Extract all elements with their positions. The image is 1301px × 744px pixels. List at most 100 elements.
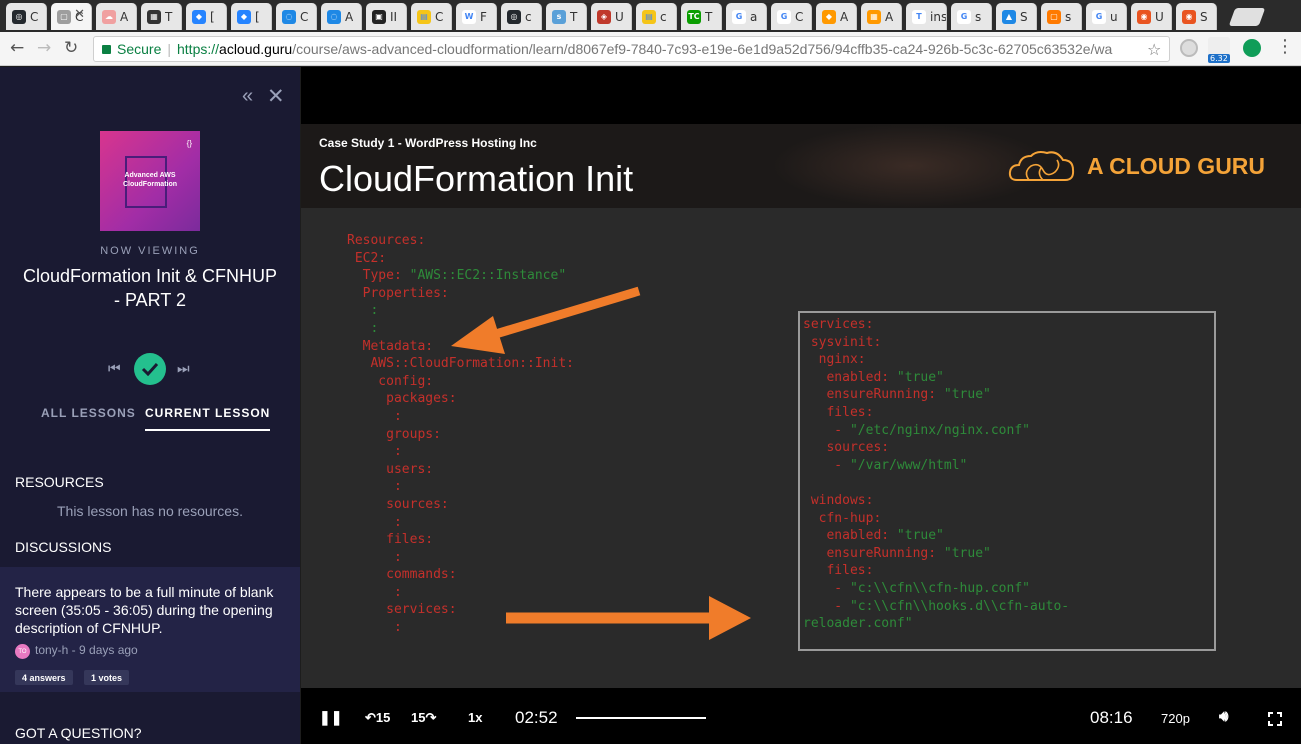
slide-body: Resources: EC2: Type: "AWS::EC2::Instanc… <box>301 208 1301 688</box>
tab-title: C <box>30 9 39 24</box>
tab-current-lesson[interactable]: CURRENT LESSON <box>145 406 271 431</box>
resources-heading: RESOURCES <box>15 474 104 490</box>
browser-tab[interactable]: ☁ A <box>96 3 137 30</box>
address-bar[interactable]: Secure | https:// acloud.guru /course/aw… <box>93 36 1170 62</box>
tab-favicon-icon: ◌ <box>327 9 341 24</box>
a-cloud-guru-logo: A CLOUD GURU <box>1007 144 1265 188</box>
browser-tab[interactable]: ◆[ <box>231 3 272 30</box>
tab-favicon-icon: ▢ <box>57 9 71 24</box>
tab-favicon-icon: ◆ <box>192 9 206 24</box>
tab-favicon-icon: ◉ <box>1137 9 1151 24</box>
browser-tab[interactable]: ◈ U <box>591 3 632 30</box>
browser-tab[interactable]: ▦ T <box>141 3 182 30</box>
tab-title: S <box>1020 9 1028 24</box>
arrow-to-metadata <box>451 286 641 354</box>
extension-badge-icon[interactable]: 6.32 <box>1208 37 1230 63</box>
lesson-sidebar: « ✕ Advanced AWS CloudFormation {} NOW V… <box>0 67 300 744</box>
discussions-heading: DISCUSSIONS <box>15 539 112 555</box>
browser-tab[interactable]: ◉ U <box>1131 3 1172 30</box>
mark-complete-button[interactable] <box>134 353 166 385</box>
tab-favicon-icon: ▤ <box>642 9 656 24</box>
cloud-logo-icon <box>1008 151 1075 181</box>
browser-tab[interactable]: Gu <box>1086 3 1127 30</box>
annotation-arrows <box>451 286 751 640</box>
progress-bar[interactable] <box>576 717 706 719</box>
tab-title: c <box>525 9 532 24</box>
speed-button[interactable]: 1x <box>468 710 482 725</box>
extension-circle-icon[interactable] <box>1180 39 1198 57</box>
browser-tab[interactable]: ▣ II <box>366 3 407 30</box>
tab-favicon-icon: G <box>777 9 791 24</box>
total-time: 08:16 <box>1090 708 1133 727</box>
tab-favicon-icon: ▲ <box>1002 9 1016 24</box>
new-tab-button[interactable] <box>1228 8 1266 26</box>
browser-tab[interactable]: sT <box>546 3 587 30</box>
browser-tab[interactable]: ◆ A <box>816 3 857 30</box>
address-separator: | <box>167 41 171 57</box>
volume-icon[interactable]: 🔊︎ <box>1219 708 1228 725</box>
course-thumbnail[interactable]: Advanced AWS CloudFormation {} <box>100 131 200 231</box>
browser-tab[interactable]: ◎ c <box>501 3 542 30</box>
tab-favicon-icon: ☁ <box>102 9 116 24</box>
tab-favicon-icon: TC <box>687 9 701 24</box>
tab-title: [ <box>210 9 215 24</box>
browser-tab[interactable]: TC T <box>681 3 722 30</box>
resources-empty-message: This lesson has no resources. <box>57 503 243 519</box>
next-lesson-icon[interactable]: ⏭ <box>177 360 190 377</box>
browser-tab[interactable]: ▢ C ✕ <box>51 3 92 30</box>
close-tab-icon[interactable]: ✕ <box>74 7 85 22</box>
extension-badge-count: 6.32 <box>1208 54 1230 63</box>
tab-favicon-icon: ▣ <box>372 9 386 24</box>
browser-tab[interactable]: ▲ S <box>996 3 1037 30</box>
url-host: acloud.guru <box>219 41 293 57</box>
tab-title: T <box>705 9 713 24</box>
browser-tab[interactable]: ▤ c <box>636 3 677 30</box>
previous-lesson-icon[interactable]: ⏮ <box>108 360 121 377</box>
browser-tab[interactable]: Tinsi <box>906 3 947 30</box>
browser-tab[interactable]: ◌ A <box>321 3 362 30</box>
back-arrow-icon[interactable]: ← <box>10 38 24 58</box>
tab-title: F <box>480 9 487 24</box>
browser-tab[interactable]: ▤ C <box>411 3 452 30</box>
player-controls: ❚❚ ↶15 15↷ 1x 02:52 08:16 720p 🔊︎ <box>301 688 1301 744</box>
browser-tab[interactable]: Gs <box>951 3 992 30</box>
browser-tab[interactable]: WF <box>456 3 497 30</box>
video-player[interactable]: Case Study 1 - WordPress Hosting Inc Clo… <box>301 67 1301 744</box>
browser-tab[interactable]: ▢ s <box>1041 3 1082 30</box>
browser-tab[interactable]: ◌ C <box>276 3 317 30</box>
close-sidebar-icon[interactable]: ✕ <box>267 84 285 109</box>
rewind-15-button[interactable]: ↶15 <box>365 710 390 726</box>
browser-tab[interactable]: Ga <box>726 3 767 30</box>
tab-title: c <box>660 9 667 24</box>
forward-arrow-icon[interactable]: → <box>37 38 51 58</box>
tab-favicon-icon: ◆ <box>822 9 836 24</box>
slide-header: Case Study 1 - WordPress Hosting Inc Clo… <box>301 124 1301 208</box>
tab-favicon-icon: ◉ <box>1182 9 1196 24</box>
browser-tab[interactable]: ◆[ <box>186 3 227 30</box>
browser-tab[interactable]: ▦ A <box>861 3 902 30</box>
browser-tab[interactable]: GC <box>771 3 812 30</box>
browser-tab[interactable]: ◎ C <box>6 3 47 30</box>
quality-button[interactable]: 720p <box>1161 711 1190 726</box>
tab-title: [ <box>255 9 260 24</box>
menu-kebab-icon[interactable]: ⋮ <box>1276 36 1294 57</box>
discussion-card[interactable]: There appears to be a full minute of bla… <box>0 567 300 692</box>
collapse-sidebar-icon[interactable]: « <box>242 85 253 108</box>
browser-tab[interactable]: ◉ S <box>1176 3 1217 30</box>
extension-cart-icon[interactable] <box>1243 39 1261 57</box>
forward-15-button[interactable]: 15↷ <box>411 710 436 726</box>
tab-favicon-icon: ◎ <box>507 9 521 24</box>
brand-name: A CLOUD GURU <box>1087 152 1266 179</box>
tab-title: C <box>795 9 804 24</box>
reload-icon[interactable]: ↻ <box>64 38 78 58</box>
pause-icon[interactable]: ❚❚ <box>319 709 342 726</box>
tab-title: a <box>750 9 758 24</box>
tab-title: u <box>1110 9 1118 24</box>
tab-title: insi <box>930 9 947 24</box>
bookmark-star-icon[interactable]: ☆ <box>1147 40 1161 59</box>
tab-all-lessons[interactable]: ALL LESSONS <box>41 406 136 420</box>
browser-tab-strip: ◎ C ▢ C ✕ ☁ A ▦ T ◆[◆[◌ C ◌ A ▣ II ▤ C W F ◎ c s T ◈ U ▤ c TC T Ga G C ◆… <box>0 0 1301 32</box>
fullscreen-icon[interactable] <box>1268 712 1282 726</box>
tab-favicon-icon: W <box>462 9 476 24</box>
tab-favicon-icon: ▦ <box>867 9 881 24</box>
